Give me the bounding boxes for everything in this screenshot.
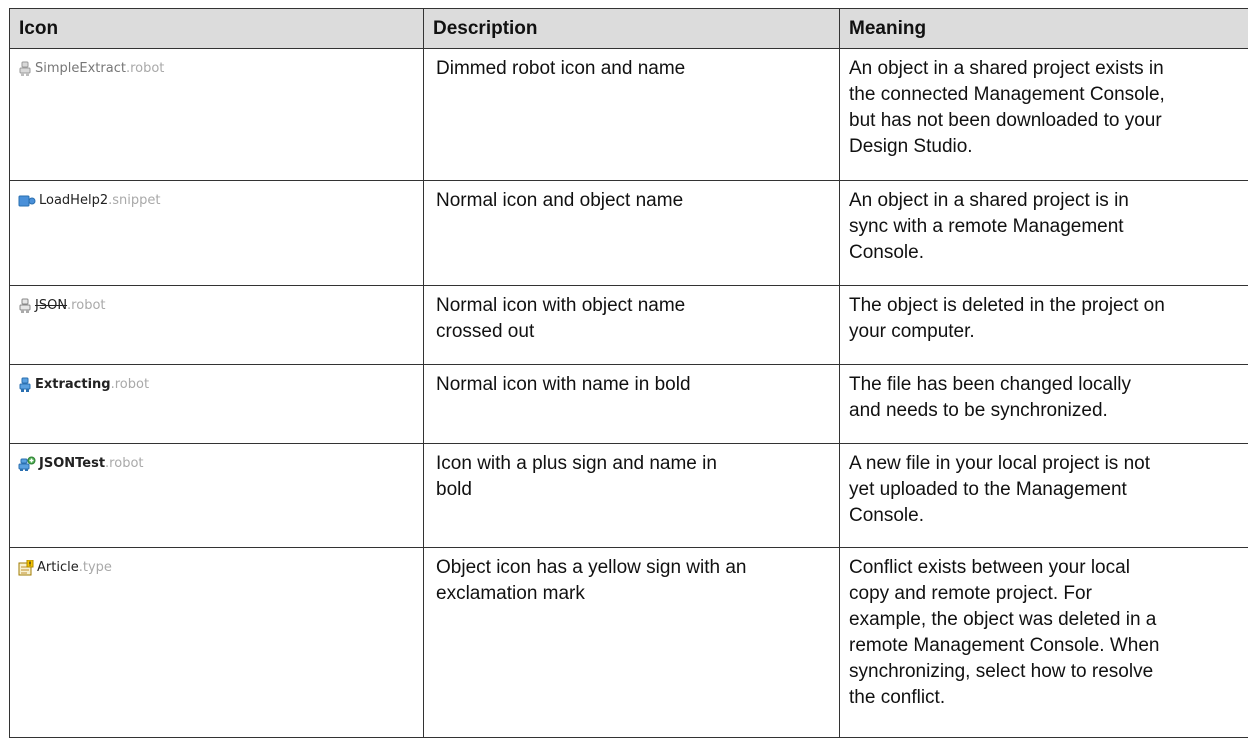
meaning-line: The object is deleted in the project on (849, 293, 1248, 319)
meaning-line: synchronizing, select how to resolve (849, 659, 1248, 685)
item-name: LoadHelp2 (39, 193, 108, 209)
item-name: SimpleExtract (35, 61, 126, 77)
meaning-cell: Conflict exists between your local copy … (840, 548, 1248, 738)
icon-legend-table: Icon Description Meaning SimpleExtract.r… (9, 8, 1248, 738)
item-extension: .snippet (108, 193, 160, 209)
description-line: Normal icon with name in bold (436, 372, 833, 398)
header-description: Description (424, 9, 840, 49)
meaning-cell: The file has been changed locally and ne… (840, 365, 1248, 444)
header-meaning: Meaning (840, 9, 1248, 49)
item-name: Article (37, 560, 79, 576)
meaning-line: Console. (849, 240, 1248, 266)
meaning-line: your computer. (849, 319, 1248, 345)
snippet-icon (18, 194, 36, 208)
tree-item: JSON.robot (18, 298, 417, 314)
table-row: LoadHelp2.snippet Normal icon and object… (10, 181, 1248, 286)
table-row: SimpleExtract.robot Dimmed robot icon an… (10, 49, 1248, 181)
meaning-cell: The object is deleted in the project on … (840, 286, 1248, 365)
table-row: JSONTest.robot Icon with a plus sign and… (10, 444, 1248, 548)
meaning-line: Conflict exists between your local (849, 555, 1248, 581)
description-cell: Dimmed robot icon and name (424, 49, 840, 181)
item-extension: .robot (111, 377, 149, 393)
meaning-line: the conflict. (849, 685, 1248, 711)
meaning-line: and needs to be synchronized. (849, 398, 1248, 424)
description-line: exclamation mark (436, 581, 833, 607)
header-row: Icon Description Meaning (10, 9, 1248, 49)
icon-cell: SimpleExtract.robot (10, 49, 424, 181)
tree-item: LoadHelp2.snippet (18, 193, 417, 209)
header-icon: Icon (10, 9, 424, 49)
description-line: bold (436, 477, 833, 503)
tree-item: JSONTest.robot (18, 456, 417, 472)
meaning-line: The file has been changed locally (849, 372, 1248, 398)
description-line: Object icon has a yellow sign with an (436, 555, 833, 581)
description-cell: Normal icon with name in bold (424, 365, 840, 444)
meaning-line: but has not been downloaded to your (849, 108, 1248, 134)
icon-cell: LoadHelp2.snippet (10, 181, 424, 286)
item-name: Extracting (35, 377, 111, 393)
description-line: crossed out (436, 319, 833, 345)
meaning-cell: A new file in your local project is not … (840, 444, 1248, 548)
tree-item: Article.type (18, 560, 417, 576)
meaning-line: the connected Management Console, (849, 82, 1248, 108)
icon-cell: Extracting.robot (10, 365, 424, 444)
item-extension: .robot (126, 61, 164, 77)
icon-cell: Article.type (10, 548, 424, 738)
item-name: JSON (35, 298, 67, 314)
robot-plus-icon (18, 456, 36, 472)
tree-item: SimpleExtract.robot (18, 61, 417, 77)
description-cell: Normal icon with object name crossed out (424, 286, 840, 365)
meaning-line: sync with a remote Management (849, 214, 1248, 240)
item-extension: .type (79, 560, 112, 576)
table-row: Extracting.robot Normal icon with name i… (10, 365, 1248, 444)
item-extension: .robot (105, 456, 143, 472)
description-line: Icon with a plus sign and name in (436, 451, 833, 477)
meaning-line: A new file in your local project is not (849, 451, 1248, 477)
icon-cell: JSONTest.robot (10, 444, 424, 548)
robot-icon (18, 298, 32, 314)
tree-item: Extracting.robot (18, 377, 417, 393)
robot-blue-icon (18, 377, 32, 393)
type-conflict-icon (18, 560, 34, 576)
table-row: JSON.robot Normal icon with object name … (10, 286, 1248, 365)
robot-dimmed-icon (18, 61, 32, 77)
meaning-line: copy and remote project. For (849, 581, 1248, 607)
meaning-cell: An object in a shared project is in sync… (840, 181, 1248, 286)
meaning-line: Console. (849, 503, 1248, 529)
item-extension: .robot (67, 298, 105, 314)
meaning-line: example, the object was deleted in a (849, 607, 1248, 633)
icon-cell: JSON.robot (10, 286, 424, 365)
meaning-line: Design Studio. (849, 134, 1248, 160)
description-line: Dimmed robot icon and name (436, 56, 833, 82)
meaning-line: An object in a shared project is in (849, 188, 1248, 214)
meaning-line: An object in a shared project exists in (849, 56, 1248, 82)
description-cell: Normal icon and object name (424, 181, 840, 286)
table-row: Article.type Object icon has a yellow si… (10, 548, 1248, 738)
meaning-line: yet uploaded to the Management (849, 477, 1248, 503)
description-line: Normal icon with object name (436, 293, 833, 319)
meaning-line: remote Management Console. When (849, 633, 1248, 659)
description-line: Normal icon and object name (436, 188, 833, 214)
meaning-cell: An object in a shared project exists in … (840, 49, 1248, 181)
description-cell: Object icon has a yellow sign with an ex… (424, 548, 840, 738)
description-cell: Icon with a plus sign and name in bold (424, 444, 840, 548)
item-name: JSONTest (39, 456, 105, 472)
